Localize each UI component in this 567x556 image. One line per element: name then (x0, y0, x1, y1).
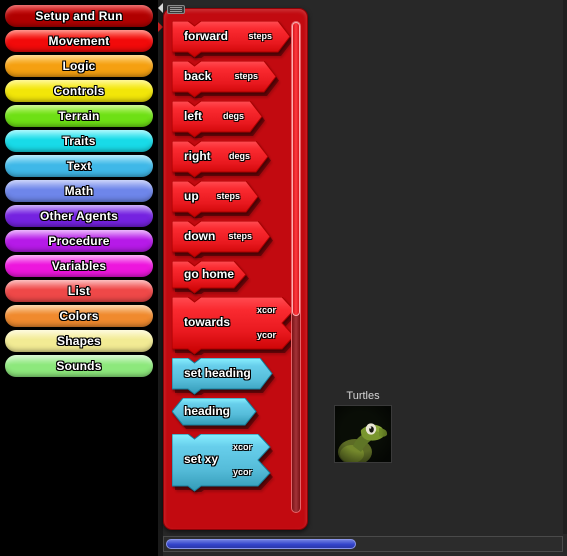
sidebar-item-label: Text (66, 159, 92, 173)
palette-vertical-scrollbar[interactable] (291, 21, 301, 513)
sidebar-item-other-agents[interactable]: Other Agents (5, 205, 153, 227)
palette-vertical-scroll-thumb[interactable] (292, 22, 300, 316)
sidebar-item-label: Movement (48, 34, 110, 48)
canvas-right-edge (563, 0, 567, 534)
canvas-horizontal-scrollbar[interactable] (163, 536, 563, 552)
sidebar-item-terrain[interactable]: Terrain (5, 105, 153, 127)
sidebar-item-controls[interactable]: Controls (5, 80, 153, 102)
sidebar-item-text[interactable]: Text (5, 155, 153, 177)
sidebar-item-variables[interactable]: Variables (5, 255, 153, 277)
sidebar-item-math[interactable]: Math (5, 180, 153, 202)
sidebar-item-label: Variables (51, 259, 107, 273)
block-list: forward steps back steps left degs right degs up… (164, 9, 297, 529)
sidebar-item-label: List (67, 284, 91, 298)
sidebar-item-label: Logic (62, 59, 96, 73)
canvas-horizontal-scroll-thumb[interactable] (166, 539, 356, 549)
block-down[interactable]: down steps (172, 221, 273, 258)
sidebar-item-traits[interactable]: Traits (5, 130, 153, 152)
sidebar-item-logic[interactable]: Logic (5, 55, 153, 77)
block-heading[interactable]: heading (172, 398, 259, 429)
sidebar-item-list[interactable]: List (5, 280, 153, 302)
block-forward[interactable]: forward steps (172, 21, 293, 58)
sidebar-item-label: Sounds (56, 359, 102, 373)
block-towards[interactable]: towards xcor ycor (172, 297, 297, 355)
block-right[interactable]: right degs (172, 141, 271, 178)
collapse-left-arrow-icon[interactable] (158, 3, 163, 13)
sidebar-item-label: Setup and Run (35, 9, 123, 23)
block-left[interactable]: left degs (172, 101, 265, 138)
block-set-xy[interactable]: set xy xcor ycor (172, 434, 273, 492)
turtle-avatar-icon[interactable] (334, 405, 392, 463)
sidebar-item-label: Terrain (58, 109, 100, 123)
palette-drag-handle[interactable] (167, 5, 185, 14)
sidebar-item-setup-and-run[interactable]: Setup and Run (5, 5, 153, 27)
sidebar-item-label: Controls (53, 84, 105, 98)
block-back[interactable]: back steps (172, 61, 279, 98)
sidebar-item-label: Procedure (48, 234, 110, 248)
block-palette-panel: forward steps back steps left degs right degs up… (163, 8, 308, 530)
sidebar-item-label: Traits (62, 134, 96, 148)
agent-turtles-label: Turtles (346, 390, 380, 402)
category-sidebar: Setup and Run Movement Logic Controls Terrai… (0, 0, 158, 556)
sidebar-bottom-filler (0, 534, 158, 556)
sidebar-item-sounds[interactable]: Sounds (5, 355, 153, 377)
agent-turtles[interactable]: Turtles (334, 390, 392, 463)
sidebar-item-procedure[interactable]: Procedure (5, 230, 153, 252)
sidebar-item-movement[interactable]: Movement (5, 30, 153, 52)
sidebar-item-label: Other Agents (40, 209, 118, 223)
sidebar-item-shapes[interactable]: Shapes (5, 330, 153, 352)
block-go-home[interactable]: go home (172, 261, 249, 294)
sidebar-item-label: Math (64, 184, 94, 198)
block-set-heading[interactable]: set heading (172, 358, 275, 395)
sidebar-item-label: Colors (59, 309, 99, 323)
sidebar-item-colors[interactable]: Colors (5, 305, 153, 327)
sidebar-item-label: Shapes (57, 334, 101, 348)
application-window: Setup and Run Movement Logic Controls Terrai… (0, 0, 567, 556)
block-up[interactable]: up steps (172, 181, 261, 218)
